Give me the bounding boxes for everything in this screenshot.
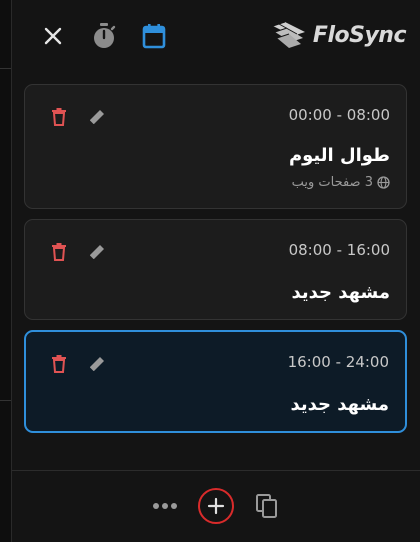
schedule-title: طوال اليوم: [288, 145, 390, 166]
left-strip-divider: [0, 68, 11, 69]
edit-icon[interactable]: [86, 105, 108, 129]
globe-icon: [377, 176, 390, 189]
more-icon[interactable]: [146, 487, 184, 525]
delete-icon[interactable]: [48, 352, 70, 376]
delete-icon[interactable]: [48, 240, 70, 264]
delete-icon[interactable]: [48, 105, 70, 129]
schedule-card[interactable]: 00:00 - 08:00 طوال اليوم 3 صفحات ويب: [24, 84, 407, 209]
timer-icon[interactable]: [89, 21, 119, 51]
top-bar: FloSync: [12, 0, 420, 70]
close-icon[interactable]: [38, 21, 68, 51]
schedule-card[interactable]: 08:00 - 16:00 مشهد جديد: [24, 219, 407, 320]
schedule-title: مشهد جديد: [290, 394, 389, 415]
scene-panel: FloSync 00:00 - 08:00 طوال اليوم 3 صفحات…: [12, 0, 420, 542]
left-strip-divider: [0, 400, 11, 401]
web-pages-count: 3 صفحات ويب: [291, 175, 373, 190]
add-icon[interactable]: [198, 488, 234, 524]
schedule-title: مشهد جديد: [291, 282, 390, 303]
calendar-icon[interactable]: [139, 21, 169, 51]
schedule-card-active[interactable]: 16:00 - 24:00 مشهد جديد: [24, 330, 407, 433]
schedule-time: 16:00 - 24:00: [287, 353, 389, 371]
flosync-logo: FloSync: [271, 18, 407, 52]
schedule-time: 00:00 - 08:00: [288, 106, 390, 124]
edit-icon[interactable]: [86, 240, 108, 264]
app-name: FloSync: [312, 22, 407, 48]
flosync-logo-mark-icon: [272, 21, 305, 48]
footer-divider: [12, 470, 420, 471]
schedule-time: 08:00 - 16:00: [288, 241, 390, 259]
schedule-subtitle: 3 صفحات ويب: [292, 175, 390, 190]
duplicate-icon[interactable]: [248, 487, 286, 525]
add-button[interactable]: [197, 487, 235, 525]
left-edge-strip: [0, 0, 12, 542]
edit-icon[interactable]: [86, 352, 108, 376]
